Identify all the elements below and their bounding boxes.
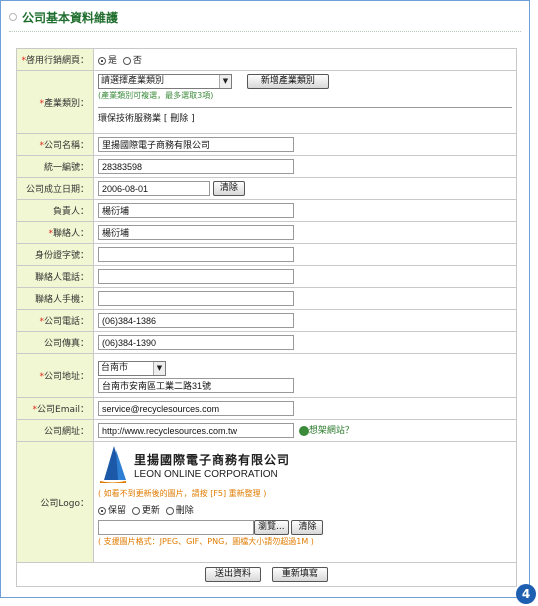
website-input[interactable]: http://www.recyclesources.com.tw [98, 423, 294, 438]
label-id-no: 身份證字號： [16, 243, 94, 266]
label-website: 公司網址： [16, 419, 94, 442]
radio-keep[interactable] [98, 506, 106, 515]
browse-button[interactable]: 瀏覽... [254, 520, 289, 535]
radio-yes[interactable] [98, 56, 106, 65]
sail-logo-icon [100, 446, 126, 483]
label-logo: 公司Logo： [16, 441, 94, 563]
contact-phone-input[interactable] [98, 269, 294, 284]
company-fax-input[interactable]: (06)384-1390 [98, 335, 294, 350]
company-name-input[interactable]: 里揚國際電子商務有限公司 [98, 137, 294, 152]
company-logo: 里揚國際電子商務有限公司 LEON ONLINE CORPORATION [98, 444, 512, 488]
city-select[interactable]: 台南市 ▼ [98, 360, 166, 376]
label-company-fax: 公司傳真： [16, 331, 94, 354]
address-input[interactable]: 台南市安南區工業二路31號 [98, 377, 294, 393]
owner-input[interactable]: 楊衍埔 [98, 203, 294, 218]
chevron-down-icon: ▼ [153, 361, 165, 375]
email-input[interactable]: service@recyclesources.com [98, 401, 294, 416]
company-phone-input[interactable]: (06)384-1386 [98, 313, 294, 328]
row-enable-site: *啓用行銷網頁： 是 否 [16, 48, 517, 71]
label-company-phone: *公司電話： [16, 309, 94, 332]
chevron-down-icon: ▼ [219, 75, 231, 88]
industry-hint: (產業類別可複選，最多選取3項) [98, 91, 214, 100]
logo-file-input[interactable] [98, 520, 254, 535]
clear-date-button[interactable]: 清除 [212, 181, 245, 196]
founded-date-input[interactable]: 2006-08-01 [98, 181, 210, 196]
contact-input[interactable]: 楊衍埔 [98, 225, 294, 240]
label-owner: 負責人： [16, 199, 94, 222]
page-title: 公司基本資料維護 [9, 10, 118, 26]
radio-no[interactable] [122, 56, 131, 65]
industry-select[interactable]: 請選擇產業類別 ▼ [98, 74, 232, 89]
radio-update[interactable] [131, 506, 140, 515]
build-site-link[interactable]: 想架網站？ [309, 426, 354, 436]
radio-delete[interactable] [165, 506, 174, 515]
add-industry-button[interactable]: 新增產業類別 [246, 74, 329, 89]
label-contact-phone: 聯絡人電話： [16, 265, 94, 288]
divider [9, 31, 521, 32]
company-form: *啓用行銷網頁： 是 否 *產業類別： 請選擇產業類別 ▼ 新增產業類別 (產業類… [16, 48, 517, 587]
tax-id-input[interactable]: 28383598 [98, 159, 294, 174]
clear-logo-button[interactable]: 清除 [291, 520, 324, 535]
label-enable-site: *啓用行銷網頁： [16, 48, 94, 71]
globe-icon [298, 425, 309, 436]
bullet-icon [9, 13, 17, 21]
label-founded: 公司成立日期： [16, 177, 94, 200]
label-company-name: *公司名稱： [16, 133, 94, 156]
format-hint: ( 支援圖片格式：JPEG、GIF、PNG，圖檔大小請勿超過1M ) [98, 537, 314, 546]
selected-industry[interactable]: 環保技術服務業 [ 刪除 ] [98, 107, 512, 124]
label-contact-mobile: 聯絡人手機： [16, 287, 94, 310]
id-no-input[interactable] [98, 247, 294, 262]
refresh-hint: ( 如看不到更新後的圖片，請按 [F5] 重新整理 ) [98, 489, 267, 498]
submit-button[interactable]: 送出資料 [205, 567, 262, 582]
step-badge: 4 [516, 584, 536, 604]
main-panel: 公司基本資料維護 *啓用行銷網頁： 是 否 *產業類別： 請選擇產業類別 ▼ 新增… [0, 0, 530, 598]
label-industry: *產業類別： [16, 70, 94, 134]
row-industry: *產業類別： 請選擇產業類別 ▼ 新增產業類別 (產業類別可複選，最多選取3項) … [16, 70, 517, 134]
label-tax-id: 統一編號： [16, 155, 94, 178]
label-contact: *聯絡人： [16, 221, 94, 244]
label-address: *公司地址： [16, 353, 94, 398]
reset-button[interactable]: 重新填寫 [271, 567, 328, 582]
label-email: *公司Email： [16, 397, 94, 420]
contact-mobile-input[interactable] [98, 291, 294, 306]
actions-row: 送出資料 重新填寫 [16, 562, 517, 587]
